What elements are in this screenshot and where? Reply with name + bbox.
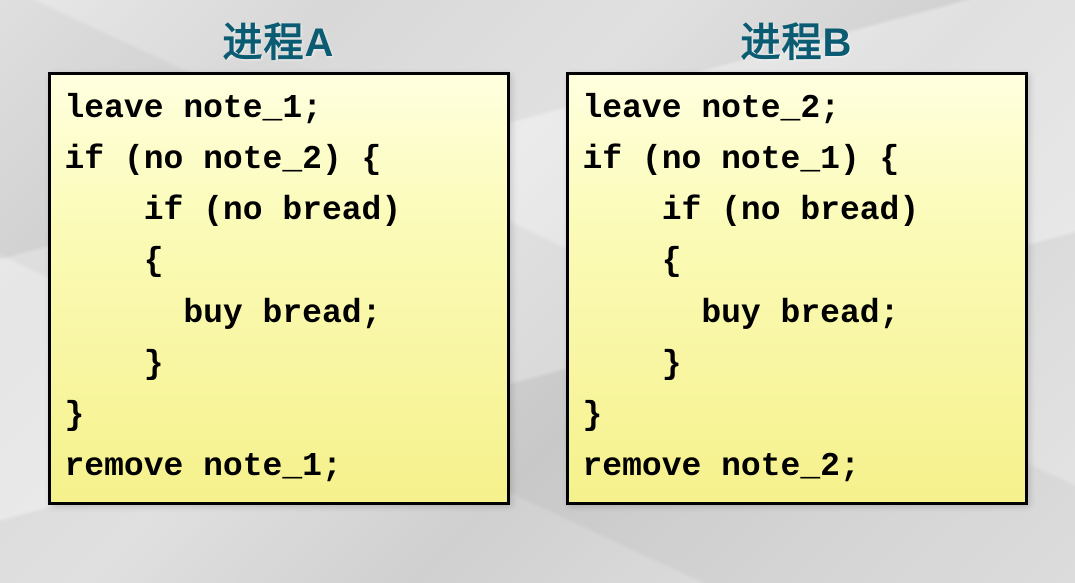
process-a-code-box: leave note_1; if (no note_2) { if (no br… [48,72,510,505]
process-a-code: leave note_1; if (no note_2) { if (no br… [65,83,493,492]
process-b-code-box: leave note_2; if (no note_1) { if (no br… [566,72,1028,505]
process-b-title: 进程B [741,10,853,68]
slide-container: 进程A leave note_1; if (no note_2) { if (n… [0,0,1075,583]
process-b-code: leave note_2; if (no note_1) { if (no br… [583,83,1011,492]
process-a-title: 进程A [223,10,335,68]
process-b-column: 进程B leave note_2; if (no note_1) { if (n… [566,10,1028,563]
process-a-column: 进程A leave note_1; if (no note_2) { if (n… [48,10,510,563]
